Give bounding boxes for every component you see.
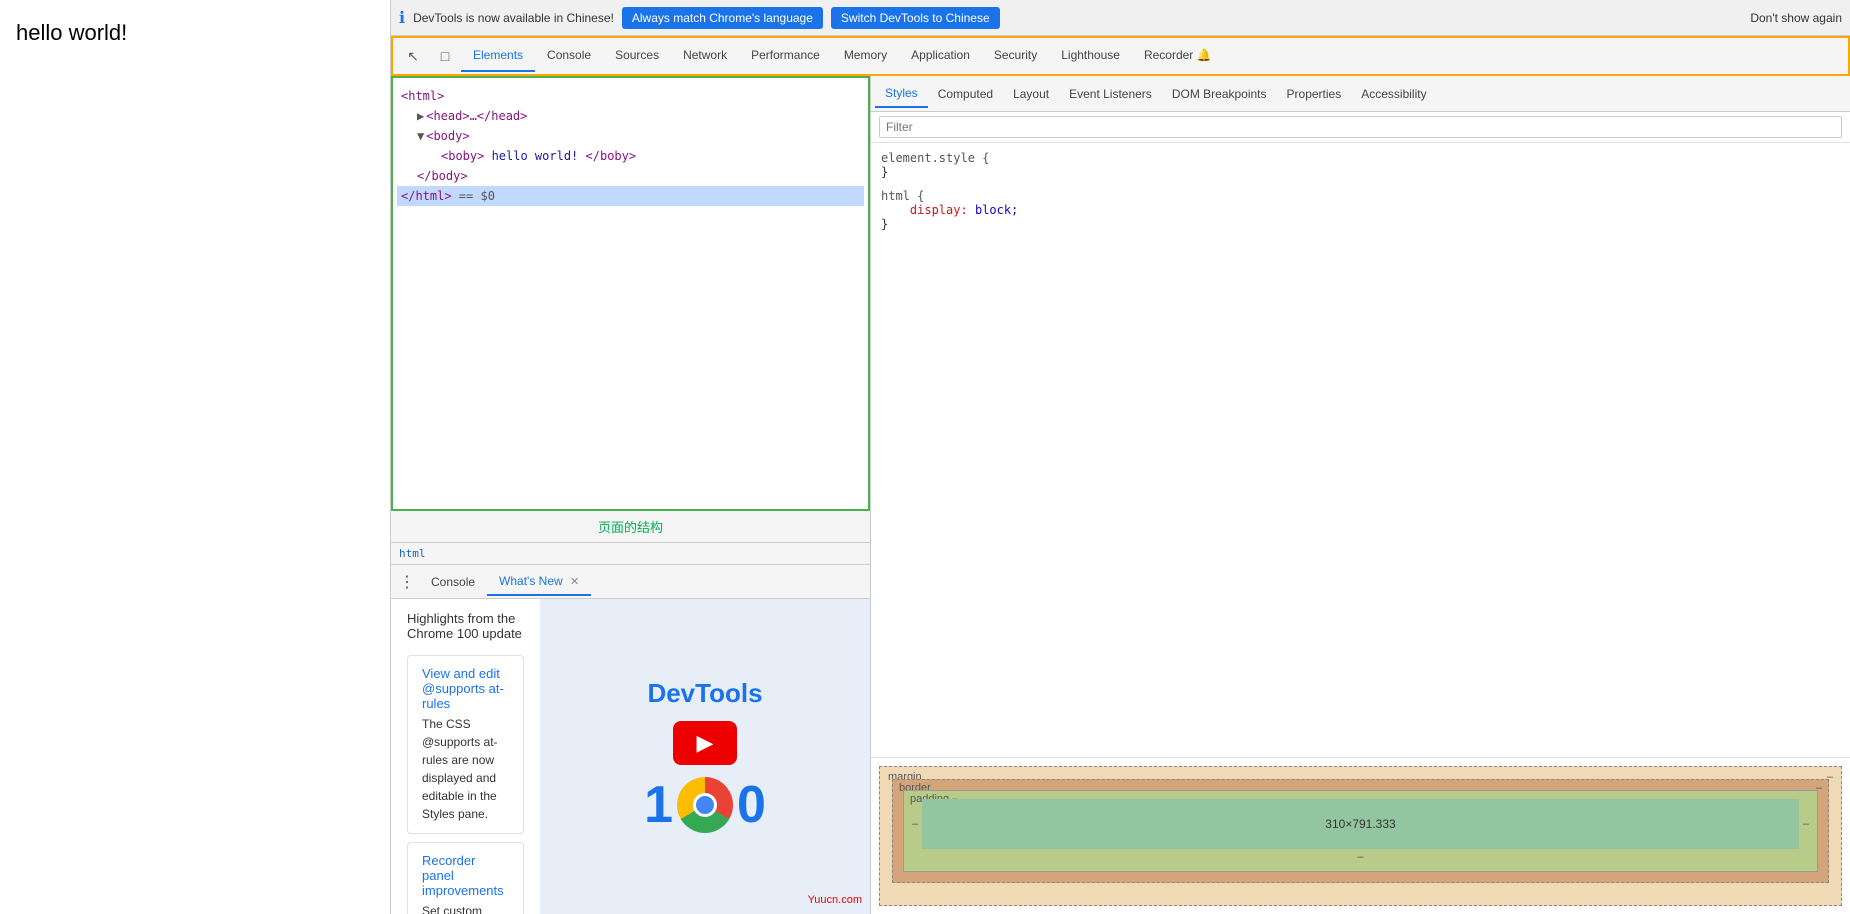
main-tabs-bar: ↖ □ Elements Console Sources Network Per… — [391, 36, 1850, 76]
element-style-selector: element.style { — [881, 151, 989, 165]
body-close-tag: </body> — [417, 167, 468, 185]
box-content-row: – 310×791.333 – — [912, 799, 1809, 849]
devtools-logo-text: DevTools — [647, 678, 762, 709]
tab-lighthouse[interactable]: Lighthouse — [1049, 40, 1132, 72]
elements-breadcrumb: html — [391, 542, 870, 564]
box-model-padding: padding – – 310×791.333 – – — [903, 790, 1818, 872]
right-minus: – — [1803, 818, 1809, 830]
tab-sources[interactable]: Sources — [603, 40, 671, 72]
infobar-text: DevTools is now available in Chinese! — [413, 11, 614, 25]
page-title: hello world! — [0, 0, 390, 66]
breadcrumb-tag[interactable]: html — [399, 547, 426, 560]
whats-new-right: DevTools ▶ 1 0 Yuucn.com — [540, 599, 870, 914]
news-item-2-desc: Set custom selector attribute, support c… — [422, 902, 509, 914]
whats-new-header: Highlights from the Chrome 100 update — [407, 611, 524, 641]
version-digit-0: 0 — [737, 775, 766, 835]
whats-new-content: Highlights from the Chrome 100 update Vi… — [391, 599, 870, 914]
display-prop: display: — [881, 203, 968, 217]
left-panel: <html> ▶ <head>…</head> ▼ <body> <boby> … — [391, 76, 871, 914]
body-triangle[interactable]: ▼ — [417, 127, 424, 145]
styles-tab-accessibility[interactable]: Accessibility — [1351, 81, 1436, 107]
yuucn-watermark: Yuucn.com — [808, 894, 862, 906]
filter-bar — [871, 112, 1850, 143]
head-triangle[interactable]: ▶ — [417, 107, 424, 125]
boby-text: hello world! — [484, 147, 585, 165]
head-tag: <head>…</head> — [426, 107, 527, 125]
always-match-button[interactable]: Always match Chrome's language — [622, 7, 823, 29]
console-tab-whats-new[interactable]: What's New ✕ — [487, 568, 591, 596]
bottom-console: ⋮ Console What's New ✕ Highlights from t… — [391, 564, 870, 914]
tab-performance[interactable]: Performance — [739, 40, 832, 72]
chrome-icon — [677, 777, 733, 833]
styles-tab-layout[interactable]: Layout — [1003, 81, 1059, 107]
console-menu-btn[interactable]: ⋮ — [395, 570, 419, 594]
elements-tree[interactable]: <html> ▶ <head>…</head> ▼ <body> <boby> … — [391, 76, 870, 511]
html-tag-line[interactable]: <html> — [397, 86, 864, 106]
news-item-1: View and edit @supports at-rules The CSS… — [407, 655, 524, 834]
tab-console[interactable]: Console — [535, 40, 603, 72]
whats-new-close-btn[interactable]: ✕ — [570, 576, 579, 588]
youtube-button[interactable]: ▶ — [673, 721, 737, 765]
console-tab-console[interactable]: Console — [419, 569, 487, 595]
devtools-panel: ℹ DevTools is now available in Chinese! … — [390, 0, 1850, 914]
box-model-content: 310×791.333 — [922, 799, 1799, 849]
tab-network[interactable]: Network — [671, 40, 739, 72]
version-digit-1: 1 — [644, 775, 673, 835]
display-value: block; — [975, 203, 1018, 217]
styles-content: element.style { } html { display: block;… — [871, 143, 1850, 757]
console-tabs-bar: ⋮ Console What's New ✕ — [391, 565, 870, 599]
box-dimensions: 310×791.333 — [1325, 817, 1395, 831]
tab-elements[interactable]: Elements — [461, 40, 535, 72]
styles-tab-properties[interactable]: Properties — [1277, 81, 1352, 107]
filter-input[interactable] — [879, 116, 1842, 138]
version-number: 1 0 — [644, 775, 766, 835]
box-model-border: border – padding – – 310×791.333 – — [892, 779, 1829, 883]
elements-annotation: 页面的结构 — [391, 511, 870, 542]
boby-content-line[interactable]: <boby> hello world! </boby> — [397, 146, 864, 166]
body-open-tag: <body> — [426, 127, 469, 145]
box-model-margin: margin – border – padding – – 310×791.33… — [879, 766, 1842, 906]
tab-application[interactable]: Application — [899, 40, 982, 72]
chrome-icon-inner — [693, 793, 717, 817]
info-icon: ℹ — [399, 8, 405, 28]
bottom-minus: – — [912, 849, 1809, 863]
whats-new-left: Highlights from the Chrome 100 update Vi… — [391, 599, 540, 914]
styles-tab-computed[interactable]: Computed — [928, 81, 1003, 107]
body-close-line[interactable]: </body> — [397, 166, 864, 186]
element-style-rule: element.style { } — [881, 151, 1840, 179]
styles-tabs-bar: Styles Computed Layout Event Listeners D… — [871, 76, 1850, 112]
infobar: ℹ DevTools is now available in Chinese! … — [391, 0, 1850, 36]
styles-tab-event-listeners[interactable]: Event Listeners — [1059, 81, 1162, 107]
html-style-close: } — [881, 217, 888, 231]
html-close-line[interactable]: </html> == $0 — [397, 186, 864, 206]
news-item-1-desc: The CSS @supports at-rules are now displ… — [422, 715, 509, 823]
tab-security[interactable]: Security — [982, 40, 1049, 72]
head-tag-line[interactable]: ▶ <head>…</head> — [397, 106, 864, 126]
news-item-2-title[interactable]: Recorder panel improvements — [422, 853, 509, 898]
dollar-val: == $0 — [452, 187, 495, 205]
html-style-selector: html { — [881, 189, 924, 203]
right-panel: Styles Computed Layout Event Listeners D… — [871, 76, 1850, 914]
body-open-line[interactable]: ▼ <body> — [397, 126, 864, 146]
dont-show-link[interactable]: Don't show again — [1750, 11, 1842, 25]
main-body: <html> ▶ <head>…</head> ▼ <body> <boby> … — [391, 76, 1850, 914]
boby-close-tag: </boby> — [586, 147, 637, 165]
news-item-2: Recorder panel improvements Set custom s… — [407, 842, 524, 914]
styles-tab-styles[interactable]: Styles — [875, 80, 928, 108]
inspect-element-button[interactable]: ↖ — [397, 38, 429, 74]
html-style-rule: html { display: block; } — [881, 189, 1840, 231]
switch-chinese-button[interactable]: Switch DevTools to Chinese — [831, 7, 1000, 29]
tab-recorder[interactable]: Recorder 🔔 — [1132, 40, 1224, 72]
device-toolbar-button[interactable]: □ — [429, 38, 461, 74]
box-model-section: margin – border – padding – – 310×791.33… — [871, 757, 1850, 914]
html-close-tag: </html> — [401, 187, 452, 205]
html-open-tag: <html> — [401, 87, 444, 105]
left-minus: – — [912, 818, 918, 830]
styles-tab-dom-breakpoints[interactable]: DOM Breakpoints — [1162, 81, 1277, 107]
news-item-1-title[interactable]: View and edit @supports at-rules — [422, 666, 509, 711]
tab-memory[interactable]: Memory — [832, 40, 899, 72]
element-style-close: } — [881, 165, 888, 179]
boby-open-tag: <boby> — [441, 147, 484, 165]
